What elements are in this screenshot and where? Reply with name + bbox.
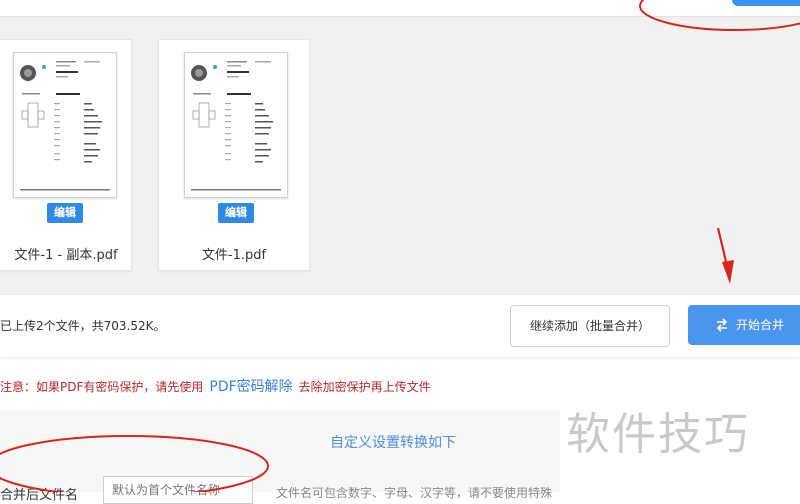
file-name: 文件-1.pdf xyxy=(201,248,267,263)
pdf-thumbnail[interactable] xyxy=(184,52,288,198)
continue-add-button[interactable]: 继续添加（批量合并） xyxy=(510,305,670,347)
upload-status: 已上传2个文件，共703.52K。 xyxy=(0,319,166,333)
pdf-thumbnail[interactable] xyxy=(13,52,117,198)
file-card: 编辑 文件-1.pdf xyxy=(158,39,310,271)
filename-hint: 文件名可包含数字、字母、汉字等，请不要使用特殊 xyxy=(276,486,553,500)
start-merge-button[interactable]: 开始合并 xyxy=(688,305,800,345)
notice-prefix: 注意：如果PDF有密码保护，请先使用 xyxy=(0,380,204,394)
action-bar: 已上传2个文件，共703.52K。 继续添加（批量合并） 开始合并 xyxy=(0,295,800,357)
pdf-page-preview-icon xyxy=(191,61,281,191)
pdf-unlock-link[interactable]: PDF密码解除 xyxy=(209,379,292,395)
edit-button[interactable]: 编辑 xyxy=(47,203,83,223)
settings-panel: 自定义设置转换如下 合并后文件名 文件名可包含数字、字母、汉字等，请不要使用特殊 xyxy=(0,410,560,504)
top-action-button[interactable] xyxy=(732,0,800,6)
top-bar xyxy=(0,0,800,17)
file-card: 编辑 文件-1 - 副本.pdf xyxy=(0,39,132,271)
password-notice: 注意：如果PDF有密码保护，请先使用 PDF密码解除 去除加密保护再上传文件 xyxy=(0,376,431,396)
edit-button[interactable]: 编辑 xyxy=(218,203,254,223)
notice-suffix: 去除加密保护再上传文件 xyxy=(298,380,431,394)
file-gallery: 编辑 文件-1 - 副本.pdf 编辑 文件-1.pdf xyxy=(0,17,800,295)
filename-label: 合并后文件名 xyxy=(0,488,79,503)
watermark-text: 软件技巧 xyxy=(566,409,750,460)
pdf-page-preview-icon xyxy=(20,61,110,191)
filename-input[interactable] xyxy=(103,476,253,504)
file-name: 文件-1 - 副本.pdf xyxy=(14,248,118,263)
start-merge-label: 开始合并 xyxy=(736,318,785,332)
swap-arrows-icon xyxy=(716,318,728,332)
settings-title: 自定义设置转换如下 xyxy=(330,435,456,451)
